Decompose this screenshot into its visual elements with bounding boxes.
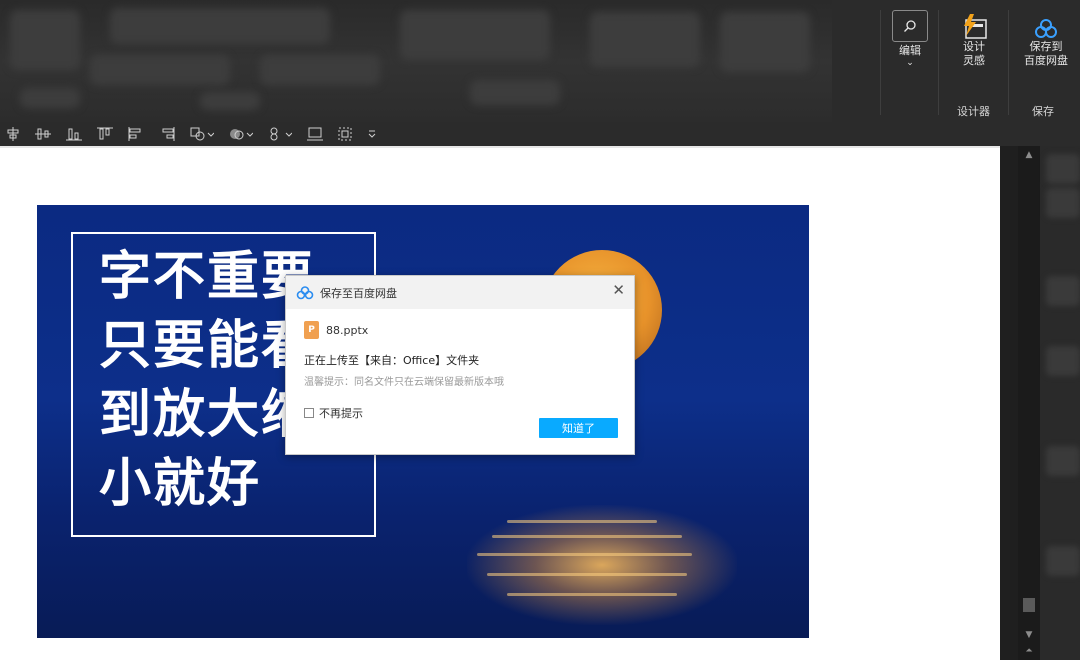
edit-label: 编辑 bbox=[899, 44, 921, 57]
moon-reflection bbox=[467, 505, 737, 625]
search-icon bbox=[892, 10, 928, 42]
align-bottom-icon[interactable] bbox=[66, 124, 82, 144]
ribbon-blurred-area bbox=[0, 0, 832, 122]
vertical-scrollbar[interactable]: ▲ ▼ ⏶ bbox=[1018, 146, 1040, 660]
right-pane-blurred bbox=[1040, 146, 1080, 660]
scroll-down-arrow-icon[interactable]: ▼ bbox=[1024, 630, 1034, 640]
dont-show-again-checkbox[interactable]: 不再提示 bbox=[304, 405, 363, 421]
pptx-file-icon: P bbox=[304, 321, 319, 339]
chevron-down-icon: ⌄ bbox=[906, 58, 914, 68]
align-center-icon[interactable] bbox=[6, 124, 20, 144]
picture-icon[interactable] bbox=[307, 124, 323, 144]
more-icon[interactable] bbox=[367, 124, 377, 144]
design-ideas-icon bbox=[964, 14, 987, 39]
dialog-header: 保存至百度网盘 ✕ bbox=[286, 276, 634, 309]
shape-outline-icon[interactable] bbox=[229, 124, 253, 144]
file-name: 88.pptx bbox=[326, 323, 369, 337]
previous-slide-icon[interactable]: ⏶ bbox=[1024, 646, 1034, 656]
scroll-up-arrow-icon[interactable]: ▲ bbox=[1024, 150, 1034, 160]
baidu-netdisk-icon bbox=[1035, 19, 1057, 38]
baidu-save-label-1: 保存到 bbox=[1029, 40, 1063, 53]
ok-button[interactable]: 知道了 bbox=[539, 418, 618, 438]
design-ideas-label-2: 灵感 bbox=[963, 54, 985, 67]
design-ideas-button[interactable]: 设计 灵感 bbox=[950, 14, 998, 68]
save-to-baidu-button[interactable]: 保存到 百度网盘 bbox=[1018, 18, 1074, 68]
group-label-save: 保存 bbox=[1032, 105, 1054, 118]
close-icon[interactable]: ✕ bbox=[612, 282, 625, 298]
edit-button[interactable]: 编辑 ⌄ bbox=[890, 10, 930, 68]
design-ideas-label-1: 设计 bbox=[963, 40, 985, 53]
shape-fill-icon[interactable] bbox=[190, 124, 214, 144]
dialog-title: 保存至百度网盘 bbox=[320, 286, 397, 300]
baidu-save-label-2: 百度网盘 bbox=[1024, 54, 1068, 67]
quick-toolbar bbox=[0, 122, 1080, 146]
align-top-icon[interactable] bbox=[97, 124, 113, 144]
file-info: P 88.pptx bbox=[304, 321, 368, 339]
baidu-netdisk-icon bbox=[296, 285, 314, 299]
checkbox-label: 不再提示 bbox=[319, 407, 363, 420]
group-label-designer: 设计器 bbox=[957, 105, 990, 118]
distribute-icon[interactable] bbox=[35, 124, 51, 144]
align-right-icon[interactable] bbox=[159, 124, 175, 144]
powerpoint-window: 编辑 ⌄ 设计 灵感 保存到 百度网盘 设计器 保存 字不重要 只要能看 到放大… bbox=[0, 0, 1080, 660]
selection-icon[interactable] bbox=[338, 124, 352, 144]
shape-effects-icon[interactable] bbox=[268, 124, 292, 144]
baidu-save-dialog: 保存至百度网盘 ✕ P 88.pptx 正在上传至【来自：Office】文件夹 … bbox=[285, 275, 635, 455]
scroll-thumb[interactable] bbox=[1023, 598, 1035, 612]
ribbon-right-groups: 编辑 ⌄ 设计 灵感 保存到 百度网盘 设计器 保存 bbox=[832, 0, 1080, 122]
upload-status: 正在上传至【来自：Office】文件夹 bbox=[304, 354, 480, 367]
ribbon: 编辑 ⌄ 设计 灵感 保存到 百度网盘 设计器 保存 bbox=[0, 0, 1080, 122]
align-left-icon[interactable] bbox=[128, 124, 144, 144]
slide-text-line: 小就好 bbox=[99, 454, 262, 514]
tip-text: 温馨提示：同名文件只在云端保留最新版本哦 bbox=[304, 377, 504, 388]
checkbox[interactable] bbox=[304, 408, 314, 418]
